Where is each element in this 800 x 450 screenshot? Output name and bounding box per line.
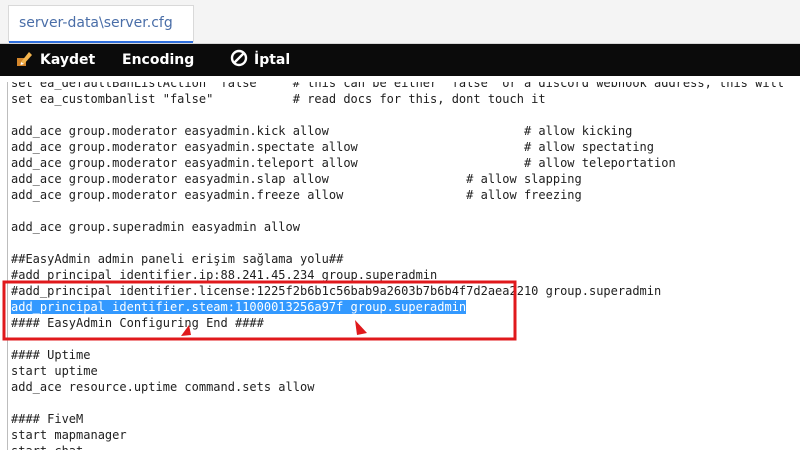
code-line: add_ace resource.uptime command.sets all… (11, 379, 784, 395)
tab-label: server-data\server.cfg (19, 15, 173, 31)
code-text: #add_principal identifier.ip:88.241.45.2… (11, 268, 438, 282)
encoding-button[interactable]: Encoding (122, 44, 194, 76)
code-line: #### FiveM (11, 411, 784, 427)
tab-bar: server-data\server.cfg (0, 0, 800, 44)
code-text: set ea_defaultBanListAction "false" # th… (11, 82, 785, 90)
code-text: add_ace resource.uptime command.sets all… (11, 380, 315, 394)
code-text: add_ace group.moderator easyadmin.specta… (11, 140, 654, 154)
code-text: #### EasyAdmin Configuring End #### (11, 316, 264, 330)
encoding-button-label: Encoding (122, 52, 195, 68)
code-line: add_ace group.moderator easyadmin.telepo… (11, 155, 784, 171)
code-line: ##EasyAdmin admin paneli erişim sağlama … (11, 251, 784, 267)
code-text: start uptime (11, 364, 98, 378)
active-tab-indicator (9, 41, 193, 43)
code-editor[interactable]: set ea_defaultBanListAction "false" # th… (0, 82, 800, 450)
save-button[interactable]: Kaydet (16, 44, 95, 76)
code-line: add_ace group.moderator easyadmin.kick a… (11, 123, 784, 139)
toolbar: Kaydet Encoding İptal (0, 44, 800, 76)
code-text: #### FiveM (11, 412, 84, 426)
code-line: #add_principal identifier.ip:88.241.45.2… (11, 267, 784, 283)
editor-gutter (7, 82, 8, 450)
code-line: #add_principal identifier.license:1225f2… (11, 283, 784, 299)
code-line: add_ace group.moderator easyadmin.freeze… (11, 187, 784, 203)
code-text: start mapmanager (11, 428, 127, 442)
code-line: start mapmanager (11, 427, 784, 443)
code-line: start uptime (11, 363, 784, 379)
code-line: add_principal identifier.steam:110000132… (11, 299, 784, 315)
code-line: set ea_custombanlist "false" # read docs… (11, 91, 784, 107)
code-text: add_ace group.moderator easyadmin.freeze… (11, 188, 582, 202)
code-line: start chat (11, 443, 784, 450)
code-line: #### Uptime (11, 347, 784, 363)
selected-code-text: add_principal identifier.steam:110000132… (11, 300, 467, 314)
code-text: ##EasyAdmin admin paneli erişim sağlama … (11, 252, 344, 266)
save-pen-icon (16, 49, 34, 71)
code-lines: set ea_defaultBanListAction "false" # th… (11, 82, 784, 450)
tab-server-cfg[interactable]: server-data\server.cfg (8, 5, 194, 43)
code-line: #### EasyAdmin Configuring End #### (11, 315, 784, 331)
editor-window: server-data\server.cfg Kaydet Encoding İ… (0, 0, 800, 450)
cancel-button-label: İptal (254, 52, 291, 68)
code-text: add_ace group.moderator easyadmin.slap a… (11, 172, 582, 186)
code-line: add_ace group.moderator easyadmin.specta… (11, 139, 784, 155)
code-text: add_ace group.moderator easyadmin.kick a… (11, 124, 633, 138)
save-button-label: Kaydet (40, 52, 96, 68)
code-text: start chat (11, 444, 83, 450)
code-text: set ea_custombanlist "false" # read docs… (11, 92, 546, 106)
code-text: #### Uptime (11, 348, 91, 362)
code-line: set ea_defaultBanListAction "false" # th… (11, 82, 784, 91)
cancel-button[interactable]: İptal (230, 44, 290, 76)
code-text: add_ace group.superadmin easyadmin allow (11, 220, 300, 234)
code-text: #add_principal identifier.license:1225f2… (11, 284, 662, 298)
code-line: add_ace group.superadmin easyadmin allow (11, 219, 784, 235)
cancel-circle-slash-icon (230, 49, 248, 71)
code-text: add_ace group.moderator easyadmin.telepo… (11, 156, 676, 170)
code-line: add_ace group.moderator easyadmin.slap a… (11, 171, 784, 187)
